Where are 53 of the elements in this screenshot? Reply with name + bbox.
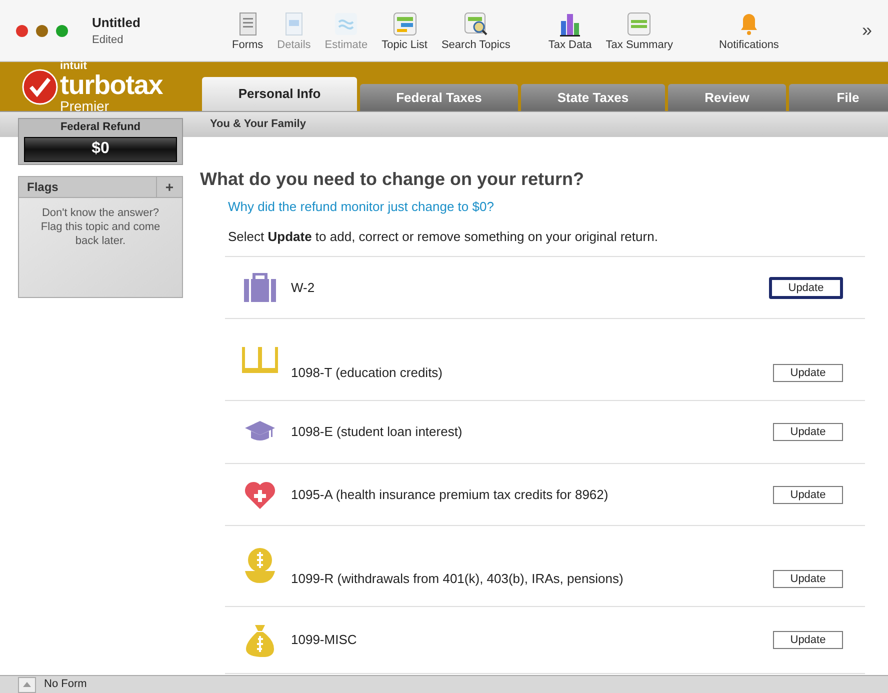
refund-change-link[interactable]: Why did the refund monitor just change to $0? xyxy=(228,197,888,216)
caret-up-icon xyxy=(23,682,31,687)
flags-hint: Don't know the answer? Flag this topic and come back later. xyxy=(40,206,162,248)
update-button[interactable]: Update xyxy=(773,423,843,441)
tab[interactable]: File xyxy=(789,84,888,111)
expand-form-button[interactable] xyxy=(18,676,36,692)
list-icon xyxy=(392,11,418,38)
breadcrumb: You & Your Family xyxy=(210,117,306,132)
update-button[interactable]: Update xyxy=(773,486,843,504)
update-button[interactable]: Update xyxy=(773,364,843,382)
refund-label: Federal Refund xyxy=(60,120,141,135)
toolbar-button[interactable]: Search Topics xyxy=(441,11,510,54)
tab[interactable]: State Taxes xyxy=(521,84,665,111)
update-button[interactable]: Update xyxy=(773,631,843,649)
form-label: W-2 xyxy=(291,278,315,297)
form-label: 1095-A (health insurance premium tax credits for 8962) xyxy=(291,486,608,504)
brand-name: turbotax xyxy=(60,72,163,98)
toolbar-button[interactable]: Notifications xyxy=(719,11,779,54)
tab[interactable]: Personal Info xyxy=(202,77,357,111)
edition-label: Premier xyxy=(60,98,110,112)
checkmark-logo-icon xyxy=(22,68,58,104)
window-title: Untitled xyxy=(92,14,142,32)
wave-icon xyxy=(333,11,360,38)
add-flag-button[interactable]: + xyxy=(156,177,182,197)
tab[interactable]: Federal Taxes xyxy=(360,84,518,111)
window-subtitle: Edited xyxy=(92,33,124,48)
summary-icon xyxy=(626,11,652,38)
form-label: 1098-E (student loan interest) xyxy=(291,423,462,442)
toolbar-button[interactable]: Topic List xyxy=(382,11,428,54)
tab[interactable]: Review xyxy=(668,84,786,111)
coin-icon xyxy=(243,547,277,585)
toolbar-button[interactable]: Forms xyxy=(232,11,264,54)
money-bag-icon xyxy=(245,623,275,657)
toolbar-overflow-button[interactable]: » xyxy=(862,17,872,44)
zoom-window-button[interactable] xyxy=(56,24,68,36)
heart-icon xyxy=(244,480,276,510)
form-label: 1098-T (education credits) xyxy=(291,364,443,382)
update-button[interactable]: Update xyxy=(773,570,843,588)
flags-title: Flags xyxy=(26,179,60,196)
form-label: 1099-R (withdrawals from 401(k), 403(b), IRAs, pensions) xyxy=(291,570,624,588)
minimize-window-button[interactable] xyxy=(36,24,48,36)
update-button[interactable]: Update xyxy=(769,276,843,298)
search-icon xyxy=(462,11,489,38)
page-heading: What do you need to change on your return? xyxy=(200,168,586,191)
close-window-button[interactable] xyxy=(16,24,28,36)
toolbar-button[interactable]: Tax Data xyxy=(548,11,592,54)
brand-small: intuit xyxy=(60,60,88,72)
toolbar-button[interactable]: Tax Summary xyxy=(606,11,674,54)
briefcase-icon xyxy=(243,272,277,302)
instruction-text: Select Update to add, correct or remove something on your original return. xyxy=(228,228,659,246)
status-text: No Form xyxy=(44,677,87,692)
refund-amount: $0 xyxy=(24,136,177,162)
form-label: 1099-MISC xyxy=(291,631,357,650)
